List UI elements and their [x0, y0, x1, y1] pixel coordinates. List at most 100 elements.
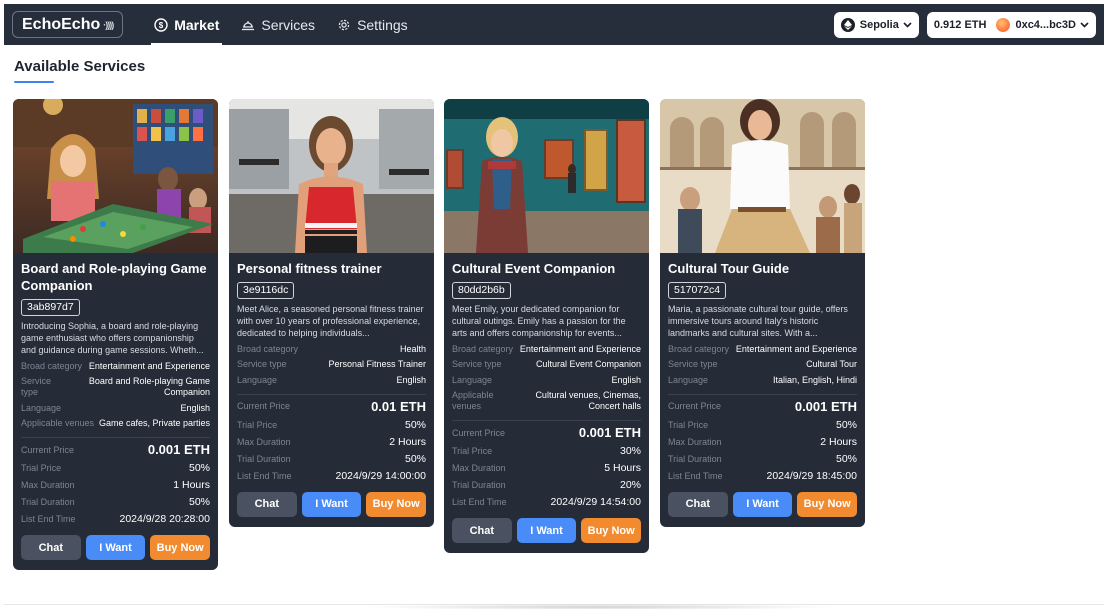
- card-body: Cultural Tour Guide 517072c4 Maria, a pa…: [660, 253, 865, 527]
- detail-row: Service type Cultural Tour: [668, 359, 857, 370]
- nav-item-label: Settings: [357, 16, 408, 33]
- scroll-shadow: [360, 604, 840, 609]
- stat-value: 5 Hours: [604, 462, 641, 474]
- detail-row: Language English: [21, 403, 210, 414]
- price-value: 0.01 ETH: [371, 398, 426, 414]
- price-row: Current Price 0.001 ETH: [668, 399, 857, 414]
- stat-row: Trial Duration 20%: [452, 479, 641, 491]
- i-want-button[interactable]: I Want: [516, 518, 577, 543]
- main-nav: $ Market Services Settings: [143, 4, 418, 45]
- detail-row: Broad category Entertainment and Experien…: [452, 344, 641, 355]
- service-id-badge: 3ab897d7: [21, 299, 80, 316]
- divider: [668, 393, 857, 395]
- chat-button[interactable]: Chat: [237, 491, 297, 517]
- service-title: Cultural Event Companion: [452, 261, 616, 276]
- service-card[interactable]: Personal fitness trainer 3e9116dc Meet A…: [229, 99, 434, 527]
- card-body: Board and Role-playing Game Companion 3a…: [13, 253, 218, 570]
- i-want-button[interactable]: I Want: [301, 491, 362, 517]
- nav-item-settings[interactable]: Settings: [326, 4, 419, 45]
- stat-key: Trial Price: [237, 419, 278, 430]
- detail-row: Broad category Entertainment and Experien…: [668, 344, 857, 355]
- buy-now-button[interactable]: Buy Now: [150, 535, 211, 560]
- detail-row: Service type Cultural Event Companion: [452, 359, 641, 370]
- stat-key: Trial Price: [452, 446, 493, 456]
- app-logo[interactable]: EchoEcho ·)))): [12, 11, 124, 38]
- wallet-button[interactable]: 0.912 ETH 0xc4...bc3D: [926, 11, 1096, 38]
- detail-value: Health: [399, 343, 426, 354]
- stat-row: Max Duration 2 Hours: [237, 436, 426, 448]
- service-id-badge: 80dd2b6b: [452, 282, 511, 299]
- nav-item-label: Services: [261, 16, 316, 33]
- service-card[interactable]: Cultural Tour Guide 517072c4 Maria, a pa…: [660, 99, 865, 527]
- detail-value: Game cafes, Private parties: [98, 418, 210, 428]
- detail-key: Applicable venues: [452, 390, 494, 411]
- stat-key: Max Duration: [21, 480, 75, 490]
- detail-row: Service type Personal Fitness Trainer: [237, 359, 426, 370]
- svg-text:$: $: [159, 21, 164, 30]
- i-want-button[interactable]: I Want: [732, 491, 793, 517]
- title-underline: [14, 81, 54, 83]
- nav-item-market[interactable]: $ Market: [143, 4, 230, 45]
- stat-row: Max Duration 2 Hours: [668, 436, 857, 448]
- detail-key: Language: [237, 374, 278, 385]
- service-title: Personal fitness trainer: [237, 261, 382, 276]
- price-row: Current Price 0.001 ETH: [452, 425, 641, 440]
- stat-value: 30%: [619, 445, 641, 457]
- stat-key: List End Time: [21, 514, 76, 524]
- services-icon: [241, 18, 255, 32]
- detail-value: Personal Fitness Trainer: [328, 359, 426, 369]
- wallet-address: 0xc4...bc3D: [1015, 18, 1076, 31]
- detail-value: Board and Role-playing Game Companion: [88, 376, 210, 397]
- detail-key: Applicable venues: [21, 418, 95, 428]
- stat-row: Max Duration 5 Hours: [452, 462, 641, 474]
- service-description: Introducing Sophia, a board and role-pla…: [21, 321, 204, 355]
- stat-row: List End Time 2024/9/29 18:45:00: [668, 470, 857, 482]
- avatar: [996, 17, 1011, 32]
- detail-key: Service type: [21, 376, 52, 397]
- stat-key: Trial Duration: [668, 453, 722, 464]
- buy-now-button[interactable]: Buy Now: [366, 491, 427, 517]
- service-card[interactable]: Cultural Event Companion 80dd2b6b Meet E…: [444, 99, 649, 553]
- stat-row: Trial Price 30%: [452, 445, 641, 457]
- detail-key: Service type: [452, 359, 502, 369]
- stat-row: List End Time 2024/9/29 14:54:00: [452, 496, 641, 508]
- detail-value: Entertainment and Experience: [88, 360, 210, 371]
- chat-button[interactable]: Chat: [452, 518, 512, 543]
- chat-button[interactable]: Chat: [668, 491, 728, 517]
- header-tools: Sepolia 0.912 ETH 0xc4...bc3D: [833, 11, 1096, 38]
- buy-now-button[interactable]: Buy Now: [581, 518, 642, 543]
- service-title: Board and Role-playing Game Companion: [21, 261, 207, 293]
- stat-value: 2024/9/29 14:54:00: [550, 496, 641, 508]
- chat-button[interactable]: Chat: [21, 535, 81, 560]
- chevron-down-icon: [903, 21, 912, 28]
- i-want-button[interactable]: I Want: [85, 535, 146, 560]
- card-actions: Chat I Want Buy Now: [237, 491, 427, 517]
- buy-now-button[interactable]: Buy Now: [797, 491, 858, 517]
- nav-item-label: Market: [174, 16, 220, 33]
- stat-row: Trial Price 50%: [668, 419, 857, 431]
- wallet-balance: 0.912 ETH: [933, 18, 987, 31]
- stat-value: 50%: [835, 452, 857, 465]
- gear-icon: [337, 18, 351, 32]
- stat-value: 50%: [835, 418, 857, 431]
- stat-row: Trial Duration 50%: [21, 496, 210, 508]
- nav-item-services[interactable]: Services: [230, 4, 326, 45]
- detail-key: Service type: [668, 359, 718, 369]
- detail-value: Cultural Event Companion: [535, 359, 641, 369]
- price-label: Current Price: [452, 427, 506, 438]
- stat-key: Trial Duration: [452, 480, 506, 490]
- service-id-badge: 3e9116dc: [237, 282, 295, 299]
- service-image: [660, 99, 865, 253]
- stat-value: 50%: [404, 418, 426, 431]
- network-selector[interactable]: Sepolia: [833, 11, 919, 38]
- card-body: Cultural Event Companion 80dd2b6b Meet E…: [444, 253, 649, 553]
- ethereum-icon: [840, 17, 855, 32]
- logo-text: EchoEcho: [22, 15, 101, 33]
- stat-value: 50%: [188, 462, 210, 474]
- stat-row: Trial Duration 50%: [237, 453, 426, 465]
- service-card[interactable]: Board and Role-playing Game Companion 3a…: [13, 99, 218, 570]
- detail-value: English: [180, 402, 210, 413]
- stat-value: 50%: [188, 496, 210, 508]
- stat-row: List End Time 2024/9/29 14:00:00: [237, 470, 426, 482]
- detail-value: Cultural Tour: [806, 359, 857, 369]
